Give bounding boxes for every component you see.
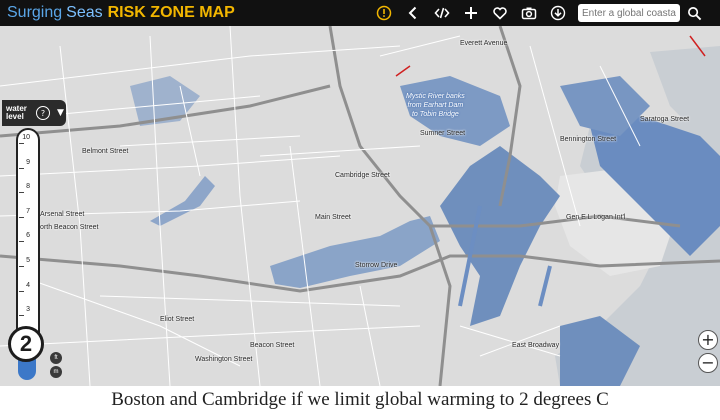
toolbar — [374, 0, 577, 26]
label-beacon-street: Beacon Street — [250, 342, 295, 349]
zoom-out-button[interactable]: − — [698, 353, 718, 373]
help-icon[interactable]: ? — [36, 106, 50, 120]
label-east-broadway: East Broadway — [512, 342, 560, 349]
water-annotation-line3: to Tobin Bridge — [411, 111, 459, 118]
screenshot-button[interactable] — [519, 3, 539, 23]
water-annotation: Mystic River banks from Earhart Dam to T… — [406, 92, 465, 119]
water-level-title-line2: level — [6, 112, 24, 121]
top-bar: Surging Seas RISK ZONE MAP — [0, 0, 720, 26]
label-saratoga-street: Saratoga Street — [640, 116, 690, 123]
gauge-tick-line — [19, 192, 24, 194]
brand-surging: Surging — [7, 4, 63, 21]
label-belmont-street: Belmont Street — [82, 148, 129, 155]
label-eliot-street: Eliot Street — [160, 316, 195, 323]
info-icon — [376, 5, 392, 21]
search-input[interactable] — [578, 4, 680, 22]
label-everett-avenue: Everett Avenue — [460, 40, 508, 47]
unit-meters-button[interactable]: m — [50, 366, 62, 378]
share-icon — [408, 6, 417, 20]
label-sumner-street: Sumner Street — [420, 130, 466, 137]
label-north-beacon-street: North Beacon Street — [35, 224, 99, 231]
heart-icon — [493, 7, 507, 20]
search-button[interactable] — [684, 3, 704, 23]
chevron-down-icon[interactable]: ▼ — [57, 108, 64, 118]
caption: Boston and Cambridge if we limit global … — [111, 389, 609, 410]
embed-button[interactable] — [432, 3, 452, 23]
label-bennington-street: Bennington Street — [560, 136, 617, 143]
gauge-tick-line — [19, 216, 24, 218]
label-main-street: Main Street — [315, 214, 351, 221]
gauge-tick-label: 10 — [22, 134, 30, 141]
label-arsenal-street: Arsenal Street — [40, 211, 85, 218]
brand-risk-zone-map: RISK ZONE MAP — [107, 4, 235, 21]
gauge-tick-line — [19, 266, 24, 267]
label-cambridge-street: Cambridge Street — [335, 172, 390, 179]
label-washington-street: Washington Street — [195, 356, 253, 363]
gauge-tick-line — [19, 241, 24, 243]
info-button[interactable] — [374, 3, 394, 23]
water-level-handle[interactable]: 2 — [8, 326, 44, 362]
water-level-title: water level — [6, 105, 32, 121]
unit-feet-button[interactable]: ft — [50, 352, 62, 364]
gauge-tick-line — [19, 315, 24, 317]
plus-icon — [465, 7, 477, 19]
search-icon — [687, 6, 701, 20]
gauge-tick-label: 7 — [26, 207, 30, 215]
zoom-in-button[interactable]: + — [698, 330, 718, 350]
gauge-tick-line — [19, 143, 24, 144]
embed-icon — [434, 7, 450, 19]
app-logo[interactable]: Surging Seas RISK ZONE MAP — [7, 4, 235, 22]
map-canvas[interactable]: Arsenal Street North Beacon Street Belmo… — [0, 26, 720, 386]
gauge-tick-label: 6 — [26, 232, 30, 240]
download-icon — [550, 5, 566, 21]
add-button[interactable] — [461, 3, 481, 23]
share-button[interactable] — [403, 3, 423, 23]
gauge-tick-label: 8 — [26, 183, 30, 191]
gauge-tick-label: 4 — [26, 281, 30, 289]
label-logan-airport: Gen E L Logan Int'l — [566, 214, 626, 221]
camera-icon — [521, 7, 537, 20]
water-annotation-line1: Mystic River banks — [406, 93, 465, 100]
gauge-tick-label: 5 — [26, 257, 30, 264]
gauge-tick-line — [19, 290, 24, 292]
brand-seas: Seas — [66, 4, 103, 21]
water-annotation-line2: from Earhart Dam — [407, 102, 464, 109]
gauge-tick-label: 3 — [26, 306, 30, 314]
label-storrow-drive: Storrow Drive — [355, 262, 398, 269]
download-button[interactable] — [548, 3, 568, 23]
gauge-tick-label: 9 — [26, 158, 30, 166]
favorite-button[interactable] — [490, 3, 510, 23]
gauge-tick-line — [19, 167, 24, 169]
map-svg — [0, 26, 720, 386]
water-level-header: water level ? ▼ — [2, 100, 66, 126]
